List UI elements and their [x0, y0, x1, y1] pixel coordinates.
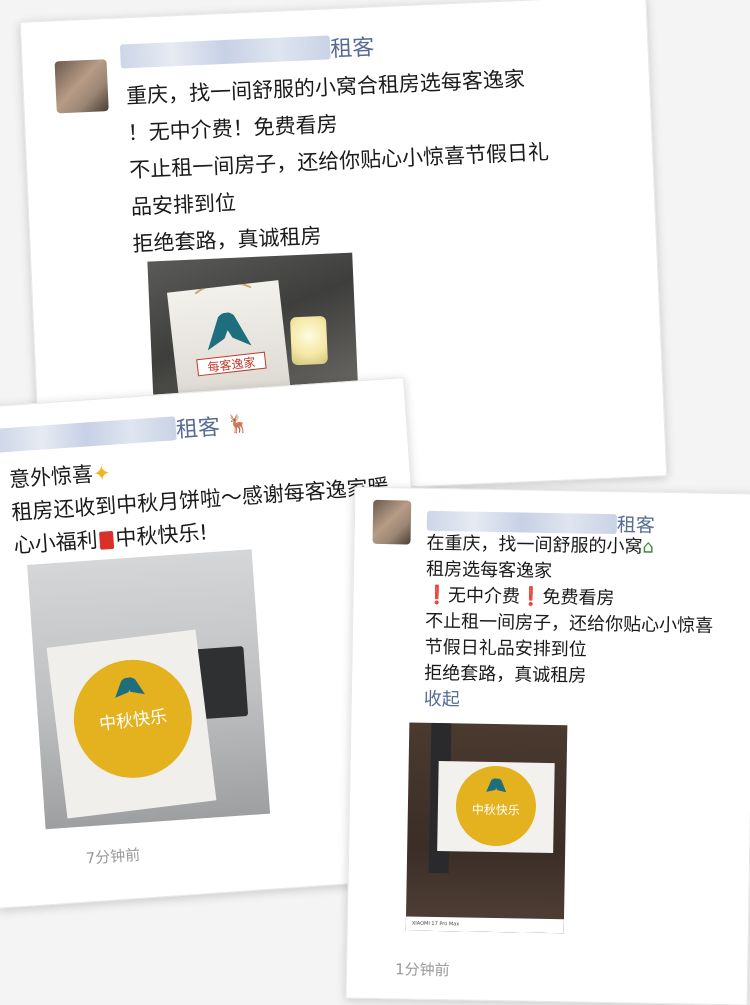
post-text: 重庆，找一间舒服的小窝合租房选每客逸家 ！无中介费！免费看房 不止租一间房子，还… — [125, 60, 553, 263]
username-suffix[interactable]: 租客 — [330, 35, 375, 62]
blurred-username[interactable] — [0, 416, 177, 453]
blurred-username[interactable] — [119, 35, 331, 69]
collapse-link[interactable]: 收起 — [424, 687, 712, 718]
brand-logo-icon: 中秋快乐 — [472, 778, 520, 818]
brand-logo-icon: 中秋快乐 — [98, 677, 168, 735]
post-timestamp: 1分钟前 — [394, 960, 450, 980]
post-photo[interactable]: 中秋快乐 — [27, 549, 271, 830]
brand-text: 每客逸家 — [207, 354, 256, 374]
post-timestamp: 7分钟前 — [85, 845, 141, 868]
exclamation-emoji-icon: ❗ — [425, 584, 449, 607]
blurred-username[interactable] — [426, 510, 618, 534]
house-emoji-icon: ⌂ — [642, 536, 655, 558]
photo-label: 中秋快乐 — [472, 802, 520, 818]
sparkle-emoji-icon: ✦ — [92, 460, 112, 487]
lamp — [289, 315, 328, 366]
post-text: 意外惊喜✦ 租房还收到中秋月饼啦～感谢每客逸家暖 心小福利 中秋快乐! — [8, 438, 392, 563]
avatar[interactable] — [372, 499, 412, 545]
watermark-strip: XIAOMI 17 Pro Max — [405, 916, 564, 934]
photo-label: 中秋快乐 — [98, 707, 168, 735]
moments-post-3: 租客 在重庆，找一间舒服的小窝⌂ 租房选每客逸家 ❗无中介费❗免费看房 不止租一… — [345, 486, 750, 1005]
reindeer-emoji-icon: 🦌 — [226, 413, 250, 436]
mid-autumn-disc: 中秋快乐 — [67, 653, 199, 785]
post-photo[interactable]: 中秋快乐 XIAOMI 17 Pro Max — [405, 722, 568, 934]
watermark-caption: XIAOMI 17 Pro Max — [411, 920, 460, 928]
red-envelope-emoji-icon — [98, 530, 115, 550]
avatar[interactable] — [54, 59, 109, 114]
mid-autumn-disc: 中秋快乐 — [455, 765, 537, 847]
username-suffix[interactable]: 租客 — [175, 415, 221, 443]
post-text: 在重庆，找一间舒服的小窝⌂ 租房选每客逸家 ❗无中介费❗免费看房 不止租一间房子… — [424, 531, 715, 718]
post-header: 租客 — [119, 29, 375, 72]
gift-bag: 中秋快乐 — [437, 761, 555, 854]
post-line: 拒绝套路，真诚租房 — [424, 662, 587, 687]
exclamation-emoji-icon: ❗ — [519, 586, 543, 608]
gift-bag: 中秋快乐 — [46, 629, 217, 819]
